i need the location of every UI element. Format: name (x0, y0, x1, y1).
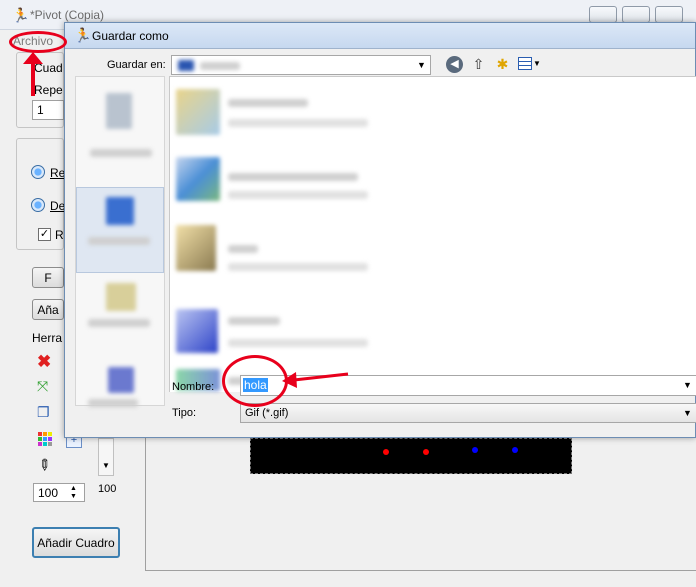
app-pivot-icon: 🏃 (12, 7, 30, 23)
figure-joint-blue[interactable] (472, 447, 478, 453)
type-label: Tipo: (172, 407, 197, 419)
place-label (88, 237, 150, 245)
spinner-arrows-icon[interactable]: ▲ ▼ (70, 485, 77, 501)
chevron-down-icon[interactable]: ▼ (679, 376, 696, 395)
view-dropdown-icon[interactable]: ▼ (533, 59, 541, 68)
file-name (228, 99, 308, 107)
save-as-dialog: 🏃 Guardar como Guardar en: ▼ ◀ ⇧ ✱ ▼ Nom… (64, 22, 696, 438)
repeat-value: 1 (37, 103, 44, 117)
place-label (88, 399, 138, 407)
add-button[interactable]: Aña (32, 299, 64, 320)
file-type-select[interactable]: Gif (*.gif) ▼ (240, 403, 696, 423)
place-icon[interactable] (106, 93, 132, 129)
view-menu-icon[interactable] (518, 57, 532, 70)
places-bar (75, 76, 165, 407)
repeat-checkbox[interactable]: ✓ (38, 228, 51, 241)
dialog-title: Guardar como (92, 29, 169, 43)
figure-joint-red[interactable] (383, 449, 389, 455)
up-folder-icon[interactable]: ⇧ (470, 56, 487, 73)
minimize-button[interactable] (589, 6, 617, 23)
move-icon[interactable]: ⤧ (37, 378, 48, 395)
delete-icon[interactable]: ✖ (37, 352, 51, 372)
file-details (228, 339, 368, 347)
zoom-spinner[interactable]: 100 ▲ ▼ (33, 483, 85, 502)
folder-icon (178, 60, 194, 71)
new-folder-icon[interactable]: ✱ (494, 56, 511, 73)
file-name (228, 317, 280, 325)
close-button[interactable] (655, 6, 683, 23)
chevron-down-icon[interactable]: ▼ (679, 404, 696, 422)
name-label: Nombre: (172, 381, 215, 393)
repeat-input[interactable]: 1 (32, 100, 64, 120)
file-details (228, 263, 368, 271)
duplicate-icon[interactable]: ❐ (37, 404, 50, 421)
tool-scrollbar[interactable]: ▼ (98, 438, 114, 476)
place-icon[interactable] (108, 367, 134, 393)
file-thumbnail[interactable] (176, 309, 218, 353)
file-thumbnail[interactable] (176, 157, 220, 201)
tools-label: Herra (32, 331, 63, 345)
maximize-button[interactable] (622, 6, 650, 23)
add-frame-button[interactable]: Añadir Cuadro (32, 527, 120, 558)
dialog-pivot-icon: 🏃 (74, 27, 92, 43)
chevron-down-icon[interactable]: ▼ (413, 56, 430, 74)
panel-button-f[interactable]: F (32, 267, 64, 288)
place-label (88, 319, 150, 327)
line-tool-icon[interactable]: ✎ (33, 454, 55, 476)
scroll-down-icon[interactable]: ▼ (102, 461, 110, 470)
place-icon[interactable] (106, 283, 136, 311)
file-name (228, 245, 258, 253)
annotation-arrow-up (23, 52, 43, 96)
stop-radio[interactable] (31, 198, 45, 212)
blurred-folder-name (200, 62, 240, 70)
frame-preview (250, 438, 572, 474)
palette-icon[interactable] (38, 432, 52, 446)
file-name (228, 173, 358, 181)
annotation-arrow-left (282, 372, 349, 388)
file-thumbnail[interactable] (176, 225, 216, 271)
save-in-select[interactable]: ▼ (171, 55, 431, 75)
file-list[interactable] (169, 76, 696, 392)
repeat-checkbox-label: R (55, 228, 64, 242)
zoom-label: 100 (98, 483, 117, 495)
file-details (228, 119, 368, 127)
save-in-label: Guardar en: (107, 59, 166, 71)
annotation-ellipse-name (222, 355, 288, 407)
file-details (228, 191, 368, 199)
figure-joint-blue[interactable] (512, 447, 518, 453)
play-radio[interactable] (31, 165, 45, 179)
figure-joint-red[interactable] (423, 449, 429, 455)
zoom-value: 100 (38, 486, 59, 500)
place-icon[interactable] (106, 197, 134, 225)
file-type-value: Gif (*.gif) (245, 407, 289, 419)
place-label (90, 149, 152, 157)
file-thumbnail[interactable] (176, 89, 220, 135)
back-icon[interactable]: ◀ (446, 56, 463, 73)
app-title: *Pivot (Copia) (30, 8, 105, 22)
